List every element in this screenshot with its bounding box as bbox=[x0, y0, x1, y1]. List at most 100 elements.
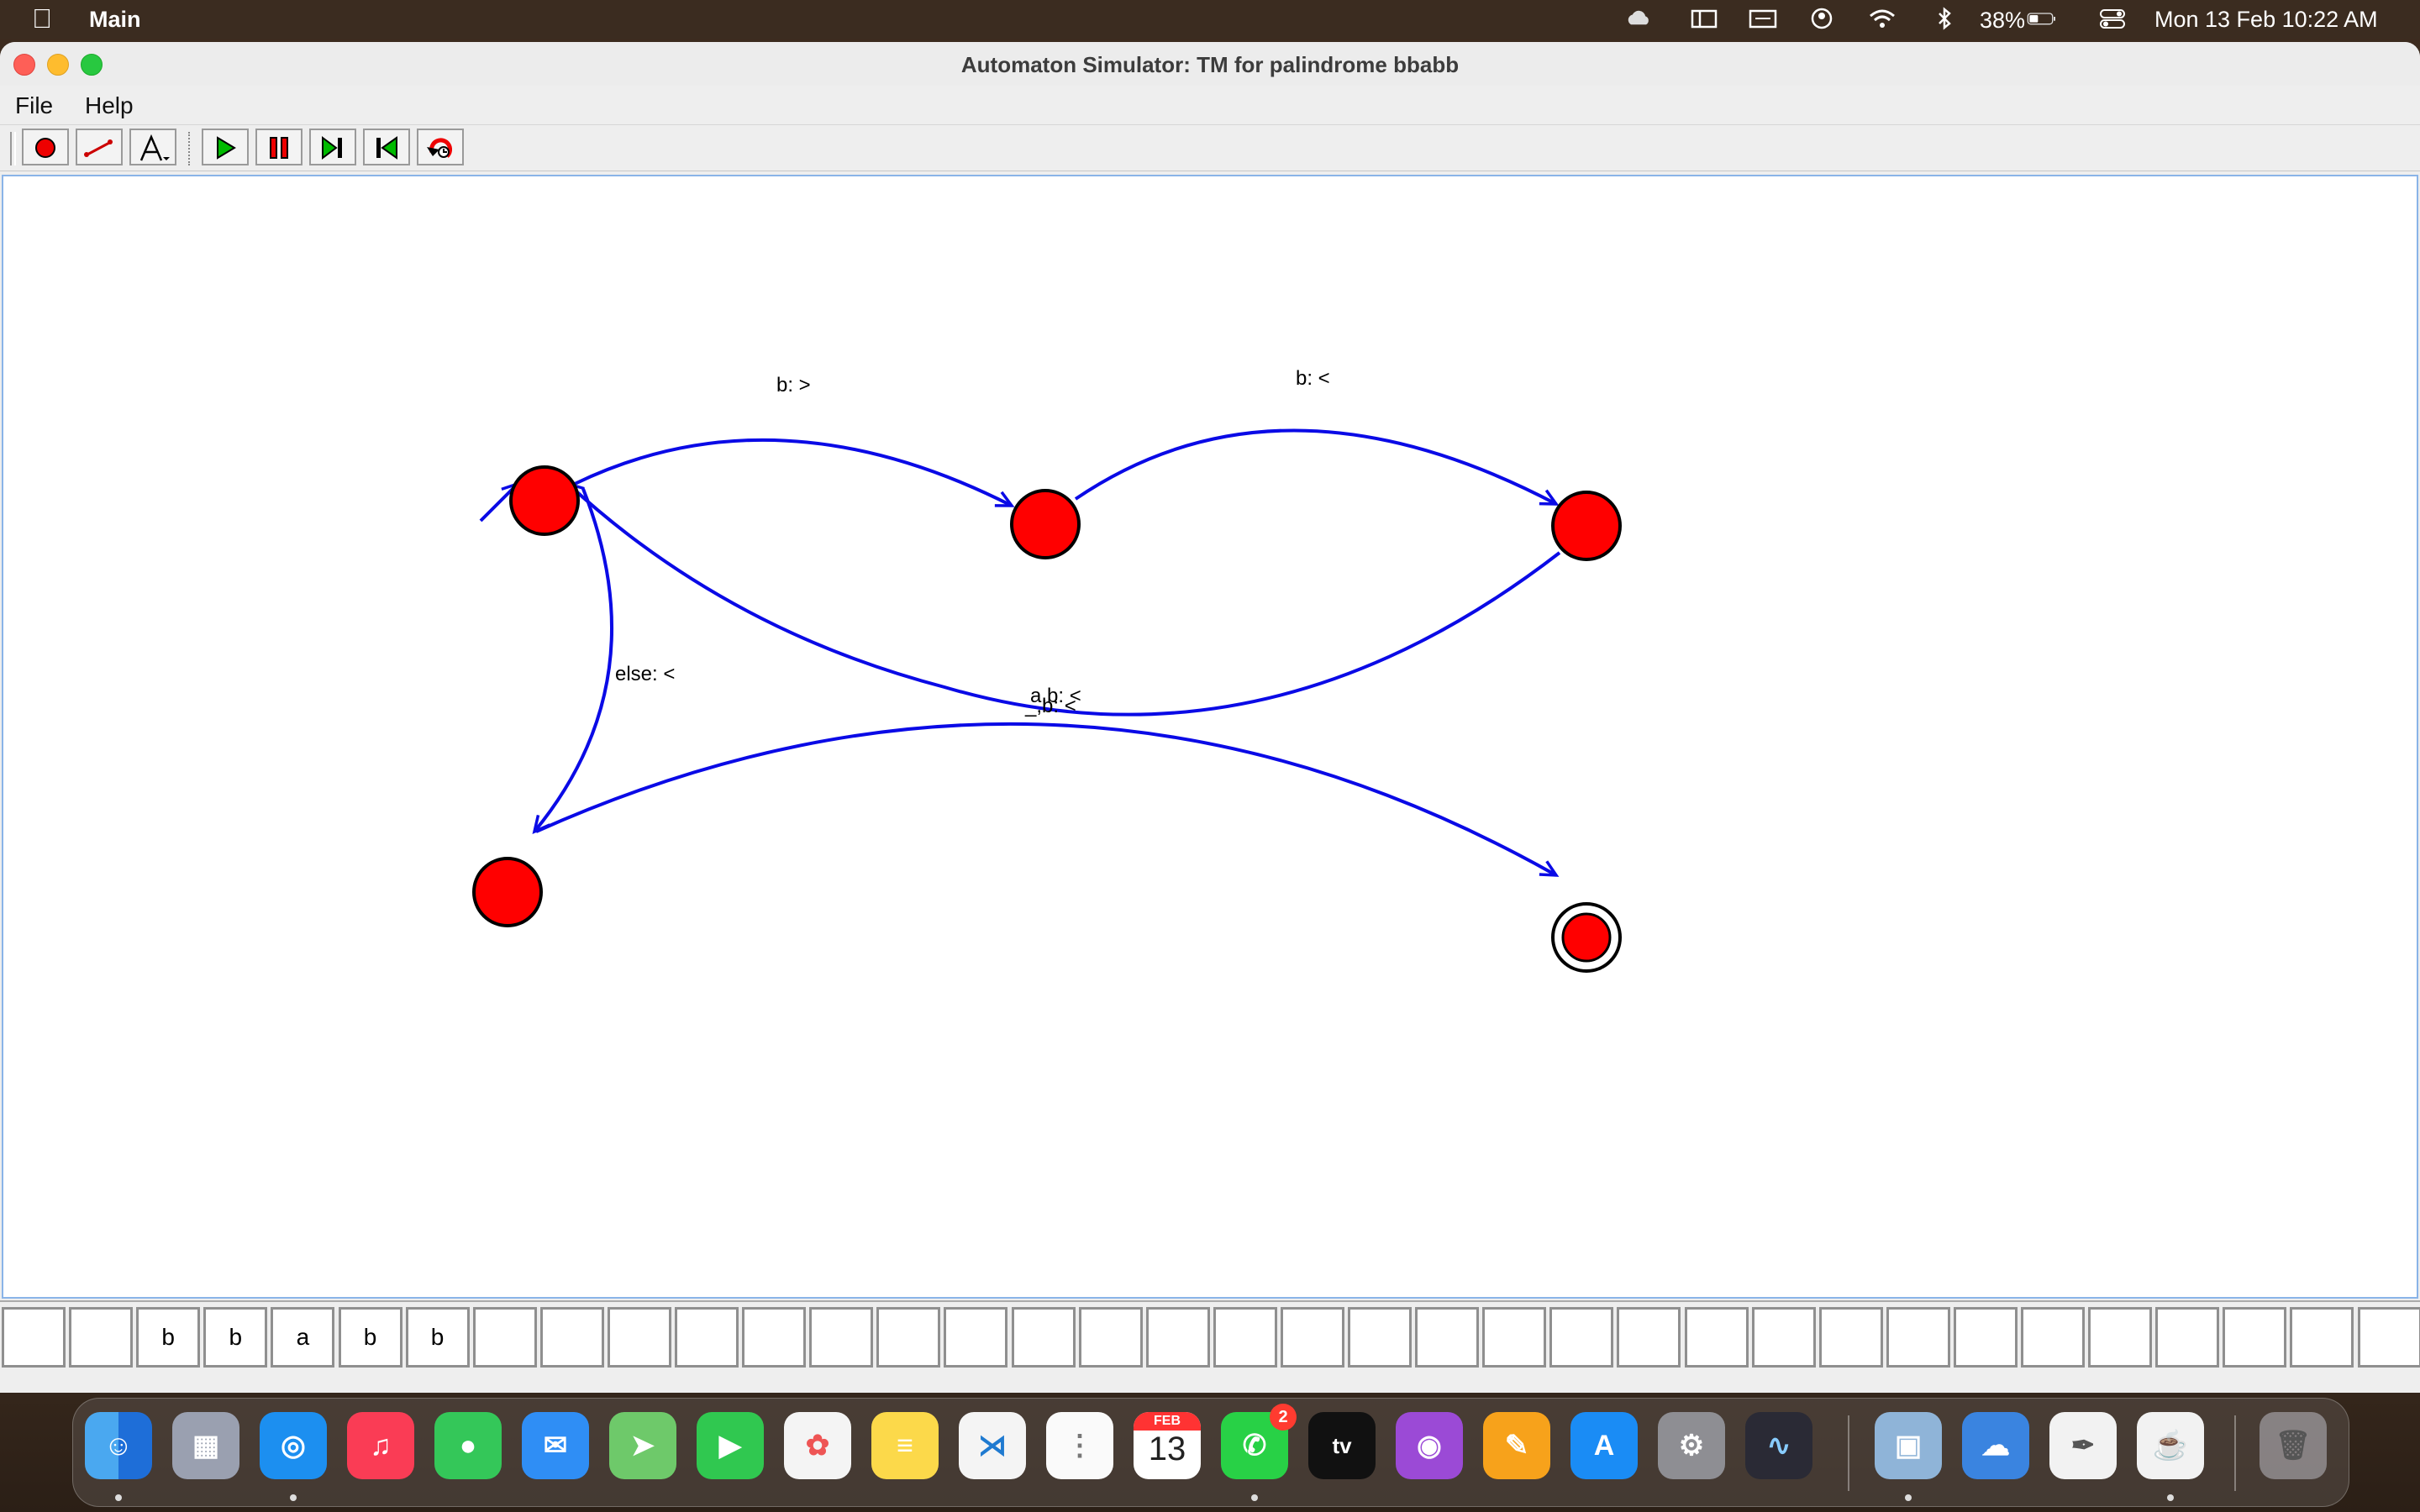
tape-cell[interactable] bbox=[1751, 1307, 1816, 1368]
window-title-bar[interactable]: Automaton Simulator: TM for palindrome b… bbox=[0, 42, 2420, 87]
podcasts-icon[interactable]: ◉ bbox=[1396, 1412, 1463, 1479]
tape-cell[interactable] bbox=[539, 1307, 604, 1368]
tape-cell[interactable] bbox=[2088, 1307, 2153, 1368]
reset-button[interactable] bbox=[417, 129, 464, 165]
tape-cell[interactable] bbox=[472, 1307, 537, 1368]
label-q0-q1[interactable]: b: > bbox=[776, 374, 811, 396]
menu-help[interactable]: Help bbox=[85, 92, 134, 119]
facetime-icon[interactable]: ▶ bbox=[697, 1412, 764, 1479]
battery-icon[interactable] bbox=[2027, 7, 2057, 30]
vscode-icon[interactable]: ⋊ bbox=[959, 1412, 1026, 1479]
tape-cell[interactable] bbox=[1213, 1307, 1277, 1368]
add-transition-tool-button[interactable] bbox=[76, 129, 123, 165]
pause-button[interactable] bbox=[255, 129, 302, 165]
java-icon[interactable]: ☕ bbox=[2137, 1412, 2204, 1479]
step-button[interactable] bbox=[309, 129, 356, 165]
tape-cell[interactable]: b bbox=[338, 1307, 402, 1368]
finder-icon[interactable]: ☺ bbox=[85, 1412, 152, 1479]
system-settings-icon[interactable]: ⚙ bbox=[1658, 1412, 1725, 1479]
menu-file[interactable]: File bbox=[15, 92, 53, 119]
tape-cell[interactable] bbox=[2155, 1307, 2220, 1368]
tape-cell[interactable] bbox=[742, 1307, 807, 1368]
tape-cell[interactable] bbox=[809, 1307, 874, 1368]
tape-cell[interactable] bbox=[1011, 1307, 1076, 1368]
active-app-name[interactable]: Main bbox=[89, 7, 141, 33]
sidebar-icon[interactable] bbox=[1689, 7, 1719, 30]
tape-cell[interactable]: b bbox=[136, 1307, 201, 1368]
input-source-icon[interactable] bbox=[1748, 7, 1778, 30]
activity-monitor-icon[interactable]: ∿ bbox=[1745, 1412, 1812, 1479]
apple-menu-icon[interactable]:  bbox=[32, 3, 52, 34]
state-q2[interactable] bbox=[1551, 491, 1622, 561]
maps-icon[interactable]: ➤ bbox=[609, 1412, 676, 1479]
tape-cell[interactable] bbox=[1953, 1307, 2018, 1368]
whatsapp-icon[interactable]: ✆ 2 bbox=[1221, 1404, 1297, 1479]
tape-cell[interactable]: a bbox=[271, 1307, 335, 1368]
tape-cell[interactable] bbox=[69, 1307, 134, 1368]
label-q3-q4[interactable]: _,b: < bbox=[1024, 695, 1076, 717]
bluetooth-icon[interactable] bbox=[1929, 7, 1960, 30]
calendar-icon[interactable]: FEB 13 bbox=[1134, 1412, 1201, 1479]
tape-cell[interactable] bbox=[1818, 1307, 1883, 1368]
weather-icon[interactable]: ☁ bbox=[1962, 1412, 2029, 1479]
label-q1-q2[interactable]: b: < bbox=[1296, 367, 1330, 390]
add-state-tool-button[interactable] bbox=[22, 129, 69, 165]
tape-cell[interactable] bbox=[1549, 1307, 1614, 1368]
tape-cell[interactable] bbox=[1684, 1307, 1749, 1368]
transition-q0-q1[interactable] bbox=[574, 438, 1015, 507]
preview-icon[interactable]: ▣ bbox=[1875, 1412, 1942, 1479]
tape-cell[interactable] bbox=[2290, 1307, 2354, 1368]
state-q1[interactable] bbox=[1010, 489, 1081, 559]
tape-cell[interactable] bbox=[2223, 1307, 2287, 1368]
tape-cell[interactable] bbox=[1078, 1307, 1143, 1368]
messages-icon[interactable]: ● bbox=[434, 1412, 502, 1479]
tape-cell[interactable] bbox=[1348, 1307, 1412, 1368]
transition-q0-q3[interactable] bbox=[532, 488, 613, 835]
toolbar-grip[interactable] bbox=[10, 132, 16, 165]
state-q4-accepting[interactable] bbox=[1551, 902, 1622, 973]
transition-q3-q4[interactable] bbox=[535, 722, 1560, 877]
notes-icon[interactable]: ≡ bbox=[871, 1412, 939, 1479]
tape-cell[interactable] bbox=[876, 1307, 941, 1368]
tape-cell[interactable] bbox=[675, 1307, 739, 1368]
battery-percentage[interactable]: 38% bbox=[1980, 8, 2025, 34]
state-q3[interactable] bbox=[472, 857, 543, 927]
whatsapp-running-dot bbox=[1251, 1494, 1258, 1501]
trash-icon[interactable]: 🗑 bbox=[2260, 1412, 2327, 1479]
tape-cell[interactable] bbox=[2021, 1307, 2085, 1368]
text-tool-button[interactable] bbox=[129, 129, 176, 165]
tape-cell[interactable] bbox=[1617, 1307, 1681, 1368]
pages-icon[interactable]: ✎ bbox=[1483, 1412, 1550, 1479]
mail-icon[interactable]: ✉ bbox=[522, 1412, 589, 1479]
tape-cell[interactable] bbox=[2, 1307, 66, 1368]
apple-tv-icon[interactable]: tv bbox=[1308, 1412, 1376, 1479]
control-center-icon[interactable] bbox=[2097, 7, 2128, 30]
icloud-icon[interactable] bbox=[1623, 7, 1654, 30]
reminders-icon[interactable]: ⋮ bbox=[1046, 1412, 1113, 1479]
tape-cell[interactable] bbox=[1886, 1307, 1950, 1368]
run-button[interactable] bbox=[202, 129, 249, 165]
tape-cell[interactable]: b bbox=[405, 1307, 470, 1368]
tape-cell[interactable] bbox=[1280, 1307, 1344, 1368]
tape-cell[interactable] bbox=[1145, 1307, 1210, 1368]
photos-icon[interactable]: ✿ bbox=[784, 1412, 851, 1479]
menu-bar-clock[interactable]: Mon 13 Feb 10:22 AM bbox=[2154, 7, 2378, 33]
launchpad-icon[interactable]: ▦ bbox=[172, 1412, 239, 1479]
tape-cell[interactable]: b bbox=[203, 1307, 268, 1368]
rewind-button[interactable] bbox=[363, 129, 410, 165]
user-account-icon[interactable] bbox=[1807, 7, 1837, 30]
tape-cell[interactable] bbox=[1482, 1307, 1547, 1368]
state-q0[interactable] bbox=[509, 465, 580, 536]
safari-icon[interactable]: ◎ bbox=[260, 1412, 327, 1479]
tape-cell[interactable] bbox=[1415, 1307, 1480, 1368]
tape-cell[interactable] bbox=[944, 1307, 1008, 1368]
music-icon[interactable]: ♫ bbox=[347, 1412, 414, 1479]
textedit-icon[interactable]: ✒ bbox=[2049, 1412, 2117, 1479]
transition-q1-q2[interactable] bbox=[1074, 428, 1560, 506]
automaton-canvas[interactable]: b: > b: < a,b: < else: < _,b: < bbox=[2, 175, 2418, 1299]
wifi-icon[interactable] bbox=[1867, 7, 1897, 30]
tape-cell[interactable] bbox=[607, 1307, 671, 1368]
app-store-icon[interactable]: A bbox=[1570, 1412, 1638, 1479]
tape-cell[interactable] bbox=[2357, 1307, 2420, 1368]
label-q0-q3[interactable]: else: < bbox=[615, 663, 675, 685]
